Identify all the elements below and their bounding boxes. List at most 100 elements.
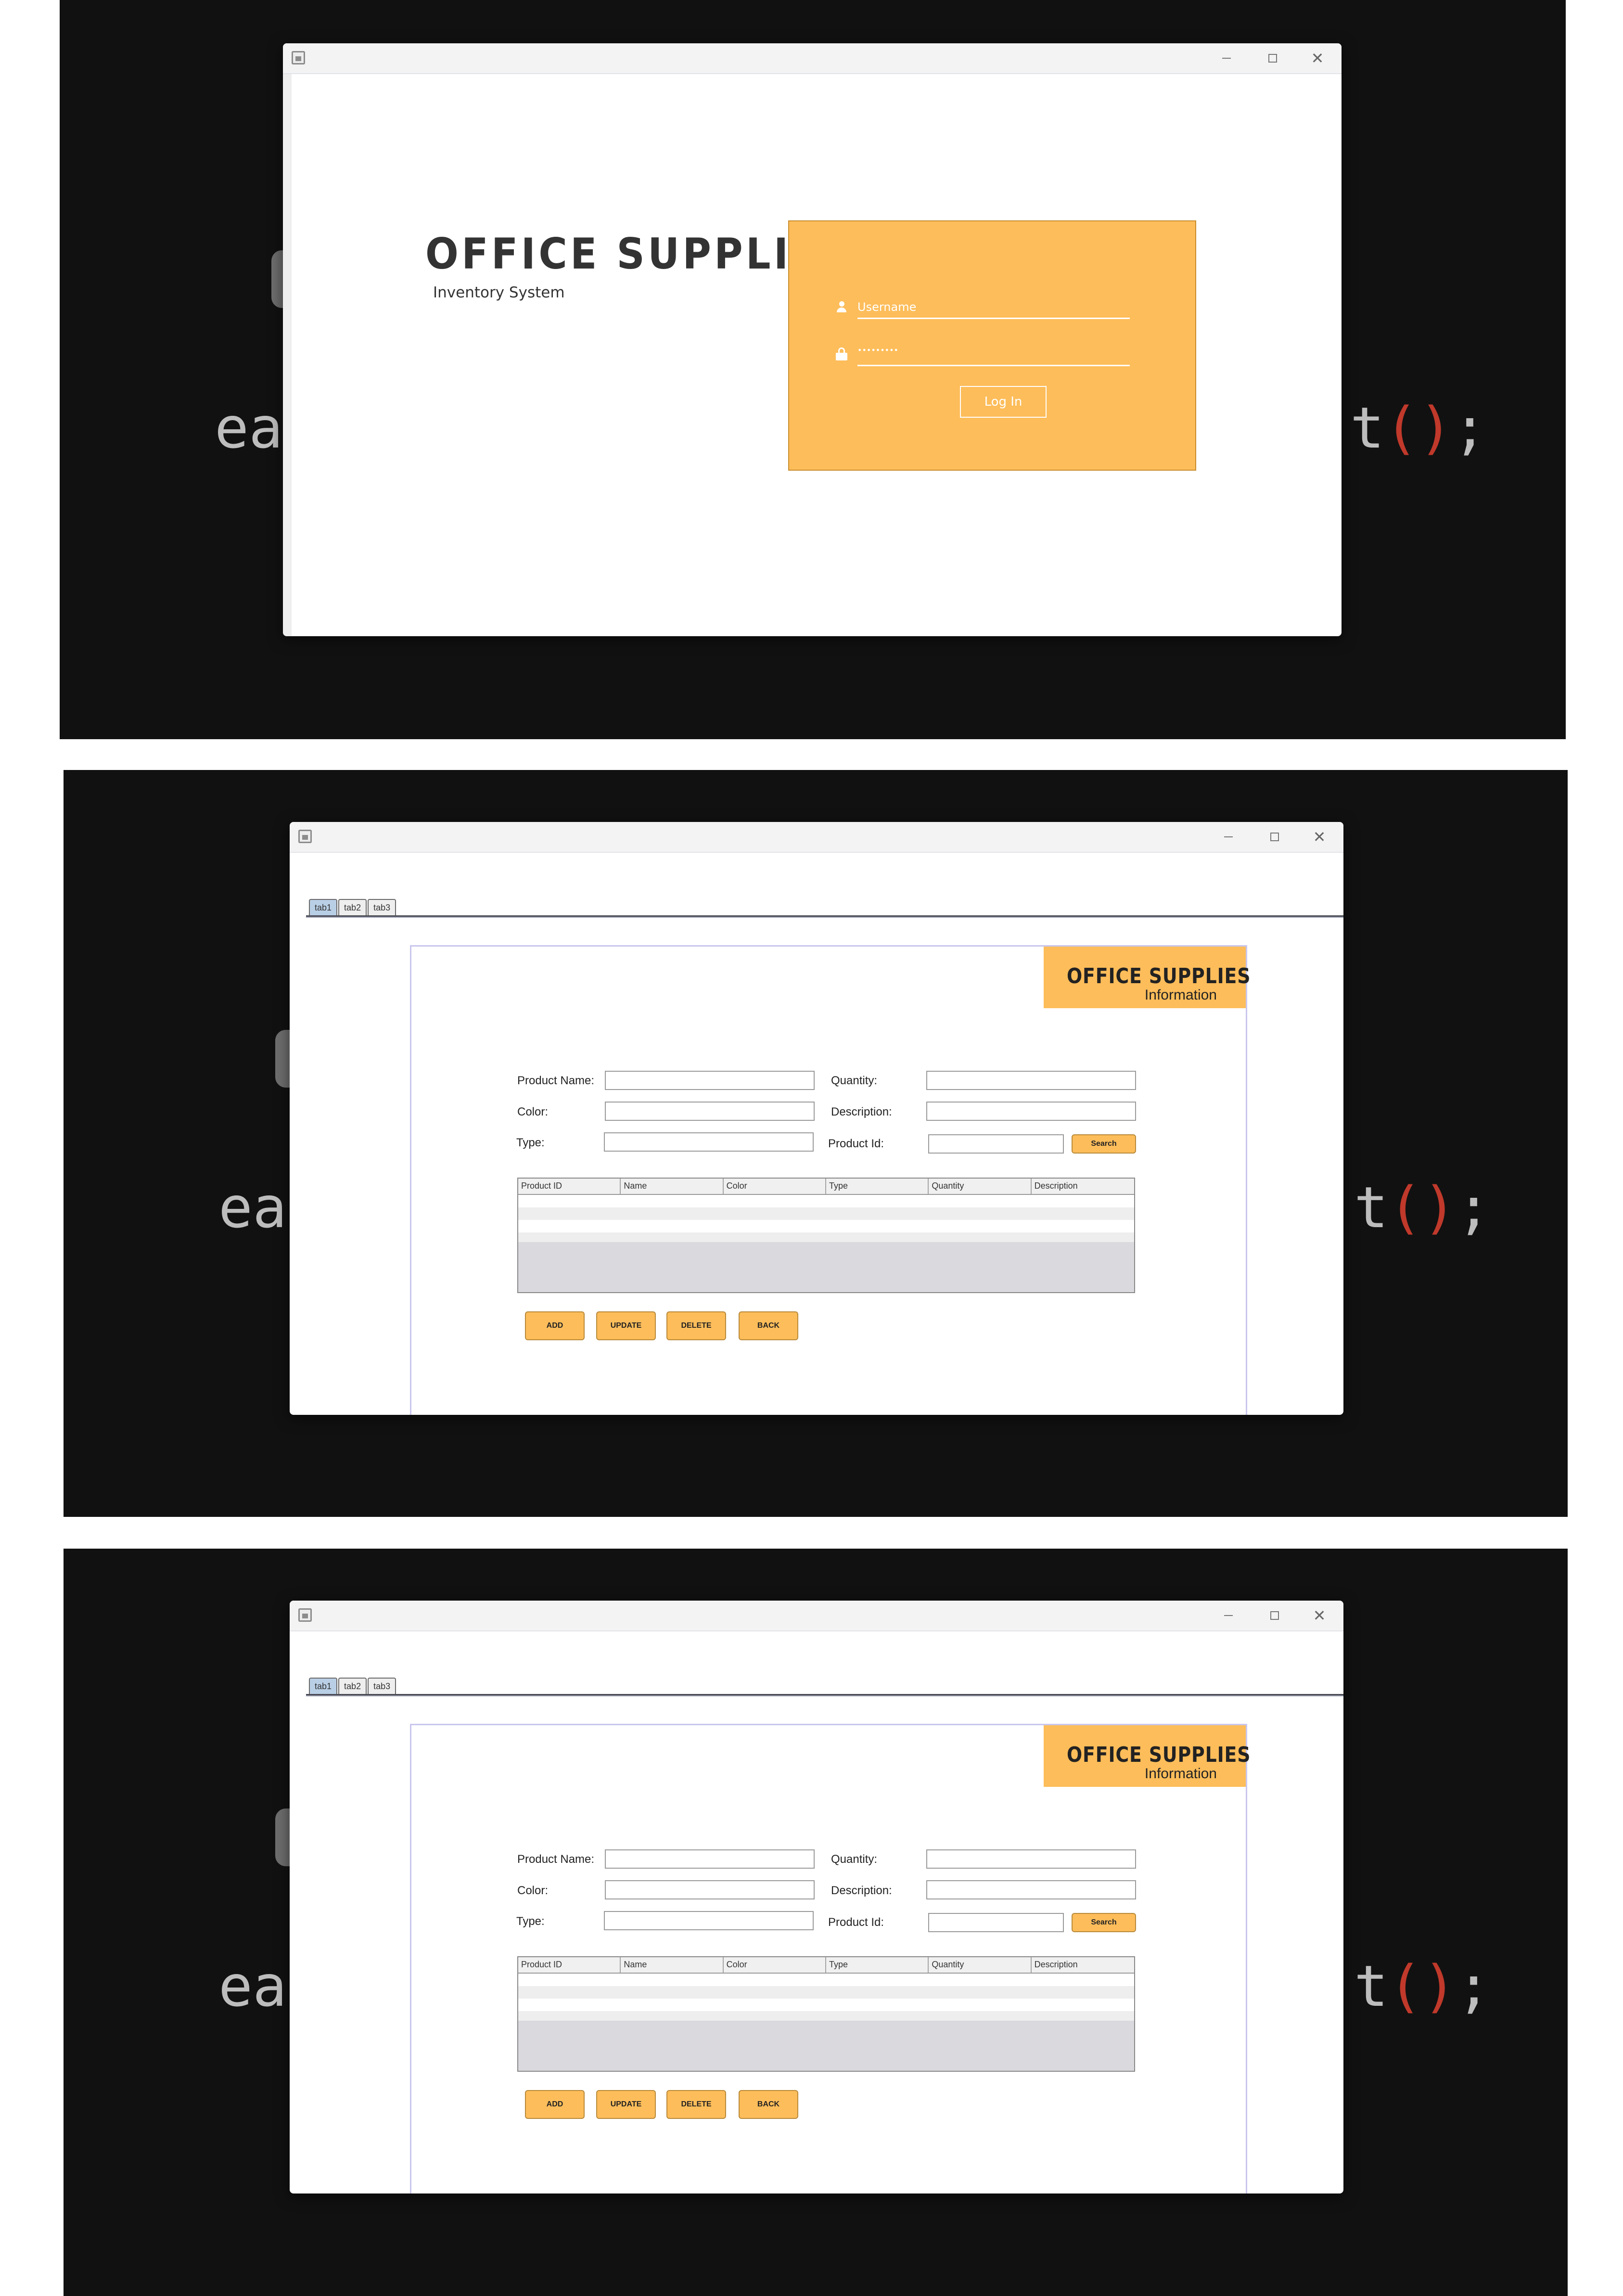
left-border-strip — [283, 74, 292, 636]
tab-3[interactable]: tab3 — [368, 899, 396, 915]
products-table[interactable]: Product ID Name Color Type Quantity Desc… — [517, 1956, 1135, 2072]
java-app-icon — [298, 1608, 312, 1622]
update-button[interactable]: UPDATE — [596, 1311, 656, 1340]
password-field[interactable]: ••••••••• — [857, 346, 898, 355]
user-icon — [835, 301, 848, 314]
table-row[interactable] — [518, 1986, 1134, 1999]
column-header[interactable]: Product ID — [518, 1957, 621, 1973]
title-bar: ✕ — [283, 43, 1342, 74]
table-row[interactable] — [518, 1974, 1134, 1986]
search-button[interactable]: Search — [1072, 1913, 1136, 1932]
add-button[interactable]: ADD — [525, 2090, 585, 2119]
delete-button[interactable]: DELETE — [666, 1311, 726, 1340]
inventory-window: ✕ tab1 tab2 tab3 OFFICE SUPPLIES Informa… — [290, 1601, 1343, 2193]
column-header[interactable]: Name — [621, 1957, 724, 1973]
table-row[interactable] — [518, 1195, 1134, 1207]
password-underline — [857, 365, 1130, 366]
type-input[interactable] — [604, 1911, 814, 1930]
quantity-label: Quantity: — [831, 1074, 878, 1087]
product-form-panel: OFFICE SUPPLIES Information Product Name… — [410, 1724, 1251, 2193]
column-header[interactable]: Product ID — [518, 1179, 621, 1194]
tab-3[interactable]: tab3 — [368, 1678, 396, 1694]
search-button[interactable]: Search — [1072, 1134, 1136, 1154]
column-header[interactable]: Description — [1032, 1957, 1134, 1973]
column-header[interactable]: Quantity — [929, 1957, 1032, 1973]
minimize-icon — [1224, 1615, 1233, 1616]
column-header[interactable]: Color — [724, 1957, 826, 1973]
description-label: Description: — [831, 1105, 892, 1118]
minimize-icon — [1224, 836, 1233, 837]
inventory-window: ✕ tab1 tab2 tab3 OFFICE SUPPLIES Informa… — [290, 822, 1343, 1415]
background-code-left: ea — [218, 1953, 287, 2019]
update-button[interactable]: UPDATE — [596, 2090, 656, 2119]
close-button[interactable]: ✕ — [1303, 47, 1332, 69]
tab-1[interactable]: tab1 — [309, 1678, 338, 1694]
product-id-input[interactable] — [928, 1913, 1064, 1932]
close-icon: ✕ — [1313, 828, 1326, 846]
product-name-input[interactable] — [605, 1071, 815, 1090]
description-input[interactable] — [926, 1880, 1136, 1899]
close-icon: ✕ — [1311, 49, 1324, 67]
maximize-button[interactable] — [1261, 826, 1290, 848]
type-label: Type: — [516, 1915, 545, 1928]
product-id-label: Product Id: — [828, 1916, 884, 1929]
info-banner: OFFICE SUPPLIES Information — [1044, 947, 1251, 1008]
product-name-input[interactable] — [605, 1849, 815, 1869]
brand-subtitle: Inventory System — [433, 284, 565, 301]
banner-title: OFFICE SUPPLIES — [1067, 964, 1251, 988]
screenshot-panel-form-2: ea t(); ✕ tab1 tab2 tab3 OFFICE SUPPLIES… — [64, 1549, 1568, 2296]
minimize-button[interactable] — [1214, 1604, 1242, 1627]
products-table[interactable]: Product ID Name Color Type Quantity Desc… — [517, 1178, 1135, 1293]
maximize-button[interactable] — [1261, 1604, 1290, 1627]
username-field[interactable]: Username — [857, 300, 916, 314]
table-row[interactable] — [518, 1999, 1134, 2011]
minimize-button[interactable] — [1212, 47, 1240, 69]
close-icon: ✕ — [1313, 1606, 1326, 1625]
column-header[interactable]: Type — [826, 1179, 929, 1194]
product-form-panel: OFFICE SUPPLIES Information Product Name… — [410, 945, 1251, 1415]
table-row[interactable] — [518, 1220, 1134, 1232]
login-card: Username ••••••••• Log In — [788, 220, 1196, 471]
back-button[interactable]: BACK — [739, 1311, 798, 1340]
info-banner: OFFICE SUPPLIES Information — [1044, 1725, 1251, 1787]
column-header[interactable]: Name — [621, 1179, 724, 1194]
quantity-input[interactable] — [926, 1071, 1136, 1090]
title-bar: ✕ — [290, 822, 1343, 853]
login-button[interactable]: Log In — [960, 386, 1047, 418]
table-header: Product ID Name Color Type Quantity Desc… — [518, 1957, 1134, 1974]
screenshot-panel-login: ea t(); ✕ OFFICE SUPPLIES Inventory Syst… — [60, 0, 1566, 739]
tab-1[interactable]: tab1 — [309, 899, 338, 915]
description-label: Description: — [831, 1884, 892, 1897]
tab-2[interactable]: tab2 — [338, 1678, 367, 1694]
minimize-button[interactable] — [1214, 826, 1242, 848]
close-button[interactable]: ✕ — [1305, 826, 1334, 848]
product-id-label: Product Id: — [828, 1137, 884, 1150]
type-input[interactable] — [604, 1132, 814, 1152]
color-input[interactable] — [605, 1102, 815, 1121]
login-window: ✕ OFFICE SUPPLIES Inventory System Usern… — [283, 43, 1342, 636]
table-row[interactable] — [518, 1207, 1134, 1220]
back-button[interactable]: BACK — [739, 2090, 798, 2119]
tab-strip: tab1 tab2 tab3 — [309, 1678, 397, 1694]
product-id-input[interactable] — [928, 1134, 1064, 1154]
column-header[interactable]: Color — [724, 1179, 826, 1194]
delete-button[interactable]: DELETE — [666, 2090, 726, 2119]
table-row[interactable] — [518, 1232, 1134, 1242]
column-header[interactable]: Description — [1032, 1179, 1134, 1194]
table-row[interactable] — [518, 2011, 1134, 2021]
add-button[interactable]: ADD — [525, 1311, 585, 1340]
banner-subtitle: Information — [1144, 1766, 1217, 1782]
background-code-left: ea — [215, 395, 283, 461]
banner-subtitle: Information — [1144, 987, 1217, 1003]
tab-2[interactable]: tab2 — [338, 899, 367, 915]
description-input[interactable] — [926, 1102, 1136, 1121]
column-header[interactable]: Type — [826, 1957, 929, 1973]
maximize-icon — [1270, 833, 1279, 841]
close-button[interactable]: ✕ — [1305, 1604, 1334, 1627]
maximize-icon — [1270, 1611, 1279, 1620]
quantity-input[interactable] — [926, 1849, 1136, 1869]
column-header[interactable]: Quantity — [929, 1179, 1032, 1194]
color-input[interactable] — [605, 1880, 815, 1899]
maximize-icon — [1268, 54, 1277, 63]
maximize-button[interactable] — [1259, 47, 1288, 69]
